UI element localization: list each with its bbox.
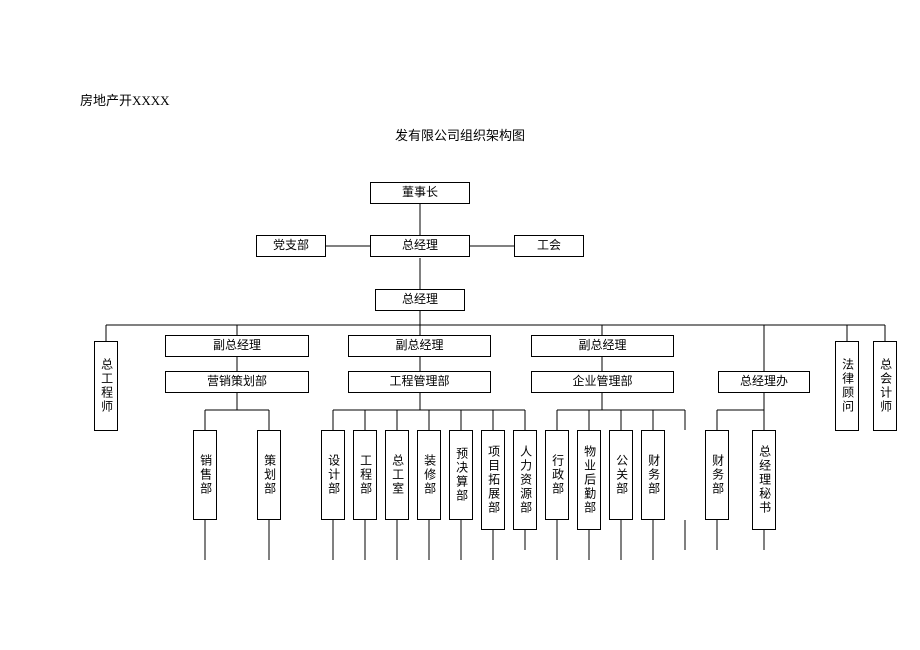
node-planning: 策划部 (257, 430, 281, 520)
node-chief-engineer: 总工程师 (94, 341, 118, 431)
node-admin: 行政部 (545, 430, 569, 520)
node-gm-secretary: 总经理秘书 (752, 430, 776, 530)
node-general-manager-sub: 总经理 (375, 289, 465, 311)
node-general-manager: 总经理 (370, 235, 470, 257)
node-vgm-1: 副总经理 (165, 335, 309, 357)
node-finance-2: 财务部 (705, 430, 729, 520)
node-decoration: 装修部 (417, 430, 441, 520)
node-union: 工会 (514, 235, 584, 257)
node-pr: 公关部 (609, 430, 633, 520)
node-finance: 财务部 (641, 430, 665, 520)
node-legal-advisor: 法律顾问 (835, 341, 859, 431)
node-engineering-mgmt: 工程管理部 (348, 371, 491, 393)
node-sales: 销售部 (193, 430, 217, 520)
node-vgm-2: 副总经理 (348, 335, 491, 357)
node-vgm-3: 副总经理 (531, 335, 674, 357)
node-corporate-mgmt: 企业管理部 (531, 371, 674, 393)
node-gm-office: 总经理办 (718, 371, 810, 393)
node-hr: 人力资源部 (513, 430, 537, 530)
node-budget: 预决算部 (449, 430, 473, 520)
node-engineering: 工程部 (353, 430, 377, 520)
node-design: 设计部 (321, 430, 345, 520)
node-project-expansion: 项目拓展部 (481, 430, 505, 530)
node-marketing-planning: 营销策划部 (165, 371, 309, 393)
node-property: 物业后勤部 (577, 430, 601, 530)
node-chief-accountant: 总会计师 (873, 341, 897, 431)
connector-lines (0, 0, 920, 650)
node-chief-room: 总工室 (385, 430, 409, 520)
node-party-branch: 党支部 (256, 235, 326, 257)
node-chairman: 董事长 (370, 182, 470, 204)
